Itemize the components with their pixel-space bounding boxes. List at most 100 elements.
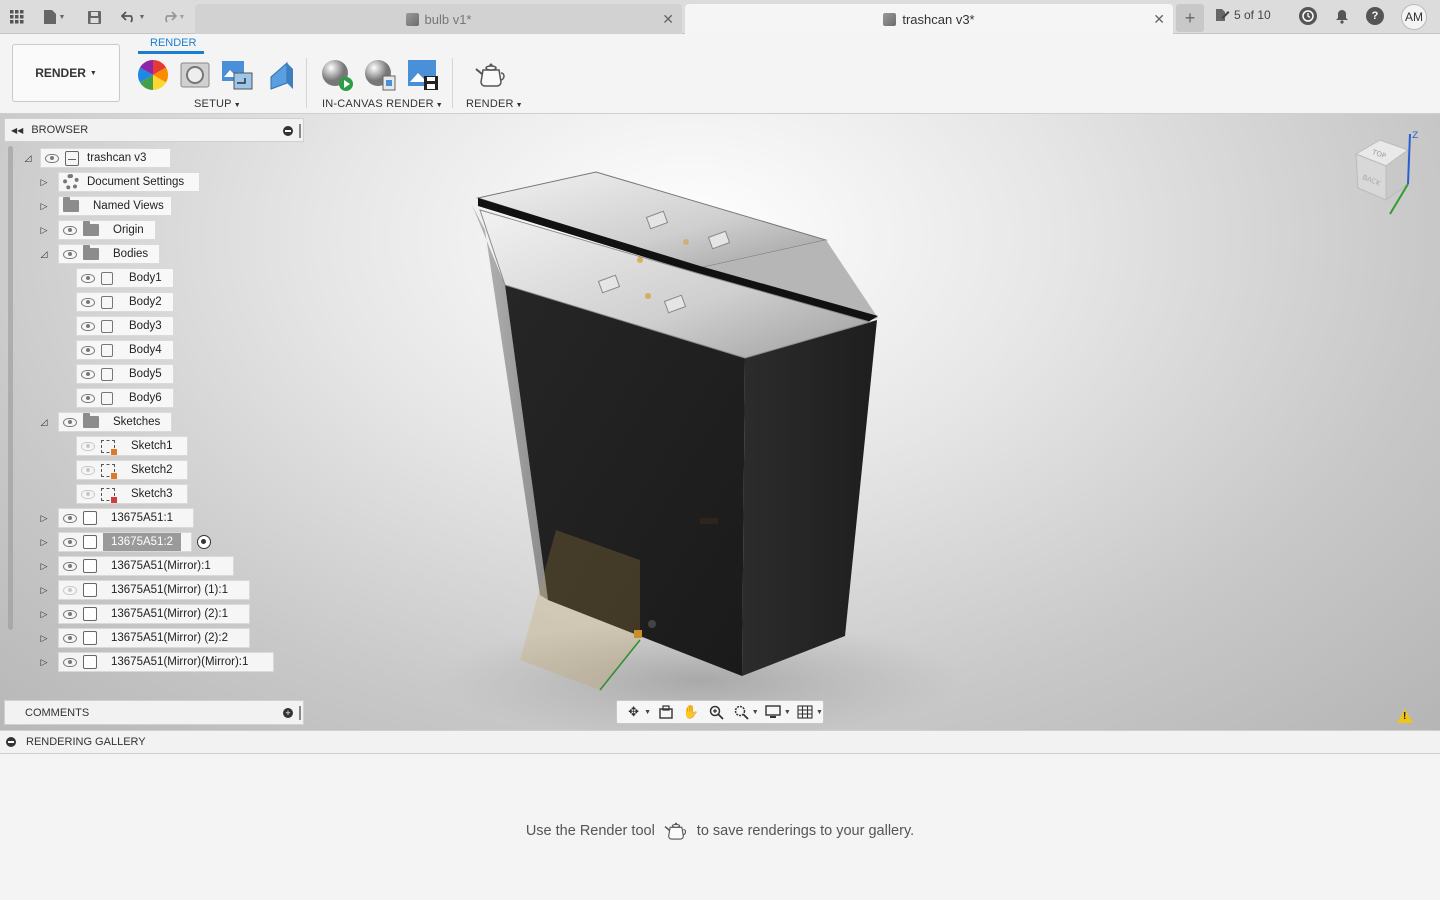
browser-header[interactable]: ◀◀ BROWSER [4,118,304,142]
visibility-eye-icon[interactable] [63,225,77,235]
tree-node-body[interactable]: Body6 [76,388,174,408]
tree-node-component[interactable]: 13675A51(Mirror) (1):1 [58,580,250,600]
render-group-label[interactable]: RENDER ▼ [466,98,523,110]
visibility-eye-icon[interactable] [81,297,95,307]
visibility-eye-icon[interactable] [81,465,95,475]
expand-toggle[interactable]: ▷ [38,536,50,548]
tree-node-body[interactable]: Body1 [76,268,174,288]
in-canvas-render-tool[interactable] [320,58,354,92]
display-settings-icon[interactable] [763,703,784,721]
activate-component-icon[interactable] [197,535,211,549]
visibility-eye-icon[interactable] [45,153,59,163]
tree-node-component[interactable]: 13675A51:1 [58,508,194,528]
view-cube[interactable]: TOP BACK Z [1350,130,1430,220]
tree-node-sketch[interactable]: Sketch1 [76,436,188,456]
job-status[interactable]: 5 of 10 [1214,8,1271,22]
expand-toggle[interactable]: ▷ [38,656,50,668]
in-canvas-render-settings-tool[interactable] [363,58,397,92]
expand-toggle[interactable]: ▷ [38,560,50,572]
visibility-eye-icon[interactable] [63,537,77,547]
tree-node-sketch[interactable]: Sketch2 [76,460,188,480]
comments-panel[interactable]: COMMENTS + [4,700,304,725]
visibility-eye-icon[interactable] [63,513,77,523]
add-comment-icon[interactable]: + [283,708,293,718]
visibility-eye-icon[interactable] [63,609,77,619]
scene-settings-tool[interactable] [178,58,212,92]
chevron-down-icon[interactable]: ▼ [644,709,651,716]
zoom-window-icon[interactable] [731,703,752,721]
collapse-panel-icon[interactable]: ◀◀ [11,126,23,135]
expand-toggle[interactable]: ▷ [38,224,50,236]
workspace-switcher-button[interactable]: RENDER ▼ [12,44,120,102]
tree-node-component-active[interactable]: 13675A51:2 [58,532,192,552]
tree-node-component[interactable]: 13675A51(Mirror):1 [58,556,234,576]
visibility-eye-icon[interactable] [63,633,77,643]
visibility-eye-icon[interactable] [63,561,77,571]
clock-icon[interactable] [1299,7,1317,25]
save-icon[interactable] [83,6,105,28]
in-canvas-render-group-label[interactable]: IN-CANVAS RENDER ▼ [322,98,443,110]
visibility-eye-icon[interactable] [81,369,95,379]
pan-hand-icon[interactable]: ✋ [680,703,701,721]
tree-node-body[interactable]: Body2 [76,292,174,312]
expand-toggle[interactable]: ◿ [38,416,50,428]
close-tab-icon[interactable]: ✕ [662,11,674,28]
visibility-eye-icon[interactable] [81,441,95,451]
expand-toggle[interactable]: ▷ [38,176,50,188]
visibility-eye-icon[interactable] [63,417,77,427]
look-at-icon[interactable] [655,703,676,721]
tree-node-document-settings[interactable]: Document Settings [58,172,200,192]
chevron-down-icon[interactable]: ▼ [752,709,759,716]
expand-toggle[interactable]: ▷ [38,584,50,596]
tab-render[interactable]: RENDER [150,37,196,49]
document-tab-trashcan[interactable]: trashcan v3* ✕ [685,4,1173,34]
zoom-icon[interactable] [705,703,726,721]
file-menu-icon[interactable]: ▼ [38,6,70,28]
visibility-eye-icon[interactable] [63,249,77,259]
tree-node-origin[interactable]: Origin [58,220,156,240]
tree-node-bodies[interactable]: Bodies [58,244,160,264]
tree-node-body[interactable]: Body3 [76,316,174,336]
setup-group-label[interactable]: SETUP ▼ [194,98,241,110]
tree-node-component[interactable]: 13675A51(Mirror) (2):1 [58,604,250,624]
appearance-tool[interactable] [136,58,170,92]
expand-toggle[interactable]: ▷ [38,608,50,620]
expand-toggle[interactable]: ▷ [38,512,50,524]
render-tool[interactable] [474,58,508,92]
chevron-down-icon[interactable]: ▼ [784,709,791,716]
close-tab-icon[interactable]: ✕ [1153,11,1165,28]
warning-icon[interactable] [1397,709,1413,723]
redo-icon[interactable]: ▼ [157,6,189,28]
notifications-bell-icon[interactable] [1333,7,1351,25]
undo-icon[interactable]: ▼ [117,6,149,28]
rendering-gallery-header[interactable]: RENDERING GALLERY [0,730,1440,754]
tree-node-component[interactable]: 13675A51(Mirror) (2):2 [58,628,250,648]
document-tab-bulb[interactable]: bulb v1* ✕ [195,4,682,34]
apps-grid-icon[interactable] [6,6,28,28]
orbit-icon[interactable]: ✥ [623,703,644,721]
texture-map-tool[interactable] [220,58,254,92]
tree-node-sketch[interactable]: Sketch3 [76,484,188,504]
pin-panel-icon[interactable] [299,124,301,138]
user-avatar[interactable]: AM [1401,4,1427,30]
capture-image-tool[interactable] [406,58,440,92]
visibility-eye-icon[interactable] [81,345,95,355]
visibility-eye-icon[interactable] [81,393,95,403]
tree-node-body[interactable]: Body5 [76,364,174,384]
expand-toggle[interactable]: ▷ [38,200,50,212]
new-tab-button[interactable]: + [1176,4,1204,32]
tree-node-named-views[interactable]: Named Views [58,196,172,216]
visibility-eye-icon[interactable] [81,321,95,331]
visibility-eye-icon[interactable] [63,585,77,595]
decal-tool[interactable] [264,58,298,92]
tree-node-component[interactable]: 13675A51(Mirror)(Mirror):1 [58,652,274,672]
browser-scrollbar[interactable] [8,146,13,630]
tree-node-sketches[interactable]: Sketches [58,412,172,432]
chevron-down-icon[interactable]: ▼ [816,709,823,716]
tree-root-node[interactable]: trashcan v3 [40,148,171,168]
expand-toggle[interactable]: ◿ [22,152,34,164]
visibility-eye-icon[interactable] [81,273,95,283]
visibility-eye-icon[interactable] [81,489,95,499]
expand-toggle[interactable]: ▷ [38,632,50,644]
expand-toggle[interactable]: ◿ [38,248,50,260]
